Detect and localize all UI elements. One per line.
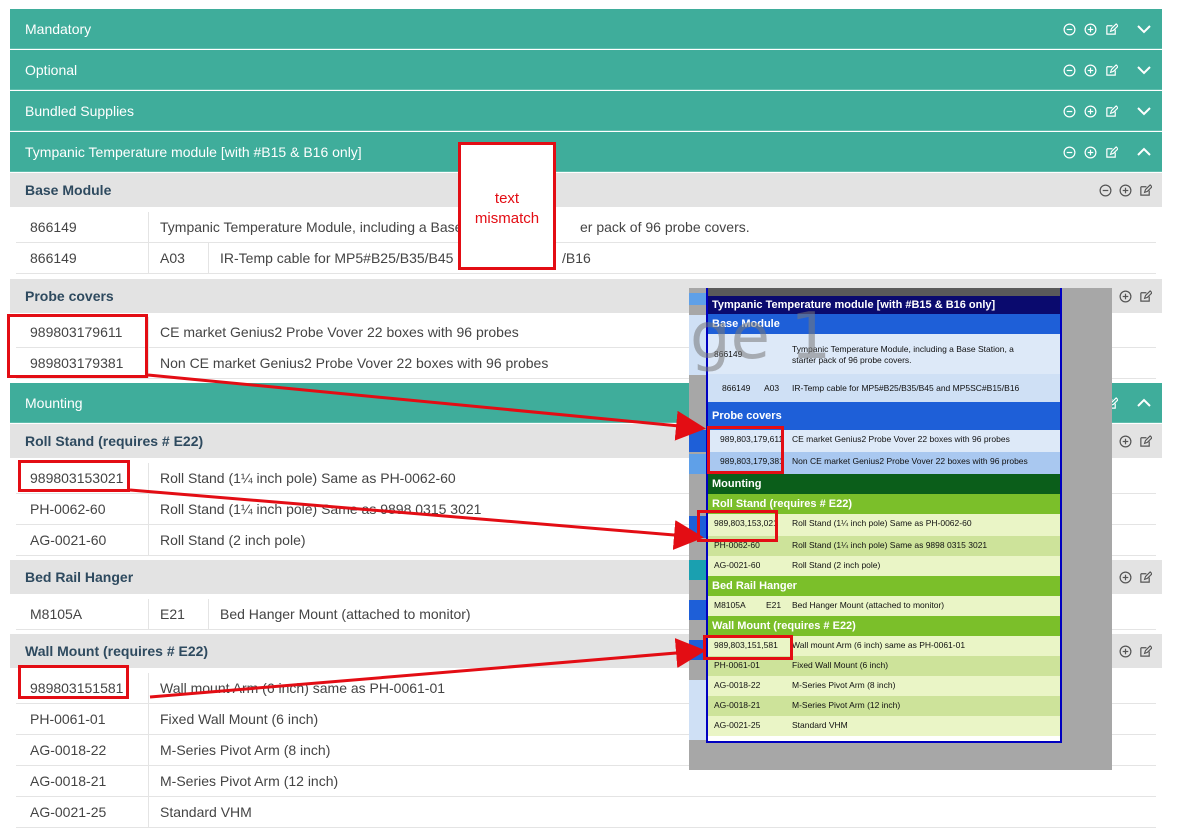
arrow (129, 488, 704, 550)
arrow (149, 638, 706, 699)
arrow (147, 373, 706, 441)
annotation-arrows (129, 373, 706, 699)
